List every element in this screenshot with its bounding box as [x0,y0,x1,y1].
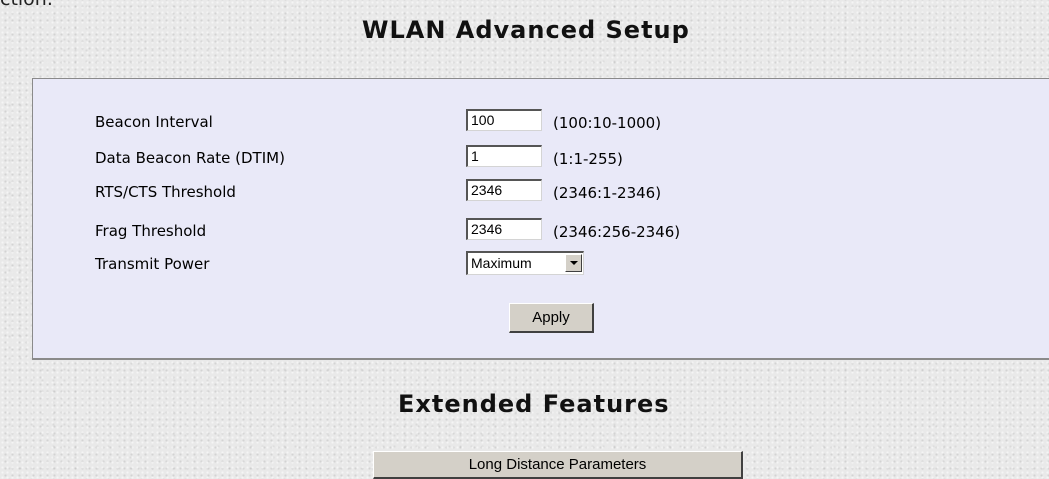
rts-cts-row: RTS/CTS Threshold 2346 (2346:1-2346) [33,179,1049,205]
wlan-settings-panel: Beacon Interval 100 (100:10-1000) Data B… [32,78,1049,360]
dtim-input[interactable]: 1 [466,145,542,167]
transmit-power-selected-value: Maximum [471,255,532,271]
rts-cts-label: RTS/CTS Threshold [95,183,236,201]
page-title: WLAN Advanced Setup [362,16,690,44]
frag-threshold-input[interactable]: 2346 [466,218,542,240]
dtim-range: (1:1-255) [553,150,623,168]
extended-features-heading: Extended Features [398,390,670,418]
dtim-row: Data Beacon Rate (DTIM) 1 (1:1-255) [33,145,1049,171]
long-distance-parameters-button[interactable]: Long Distance Parameters [373,451,743,479]
rts-cts-input[interactable]: 2346 [466,179,542,201]
rts-cts-range: (2346:1-2346) [553,184,662,202]
apply-button[interactable]: Apply [509,303,594,333]
beacon-interval-label: Beacon Interval [95,113,213,131]
chevron-down-icon[interactable] [565,254,582,272]
frag-threshold-row: Frag Threshold 2346 (2346:256-2346) [33,218,1049,244]
beacon-interval-row: Beacon Interval 100 (100:10-1000) [33,109,1049,135]
dtim-label: Data Beacon Rate (DTIM) [95,149,285,167]
transmit-power-row: Transmit Power Maximum [33,251,1049,277]
beacon-interval-range: (100:10-1000) [553,114,662,132]
clipped-text-fragment: ction. [0,0,53,10]
frag-threshold-label: Frag Threshold [95,222,207,240]
frag-threshold-range: (2346:256-2346) [553,223,681,241]
beacon-interval-input[interactable]: 100 [466,109,542,131]
transmit-power-label: Transmit Power [95,255,210,273]
transmit-power-select[interactable]: Maximum [466,251,584,275]
